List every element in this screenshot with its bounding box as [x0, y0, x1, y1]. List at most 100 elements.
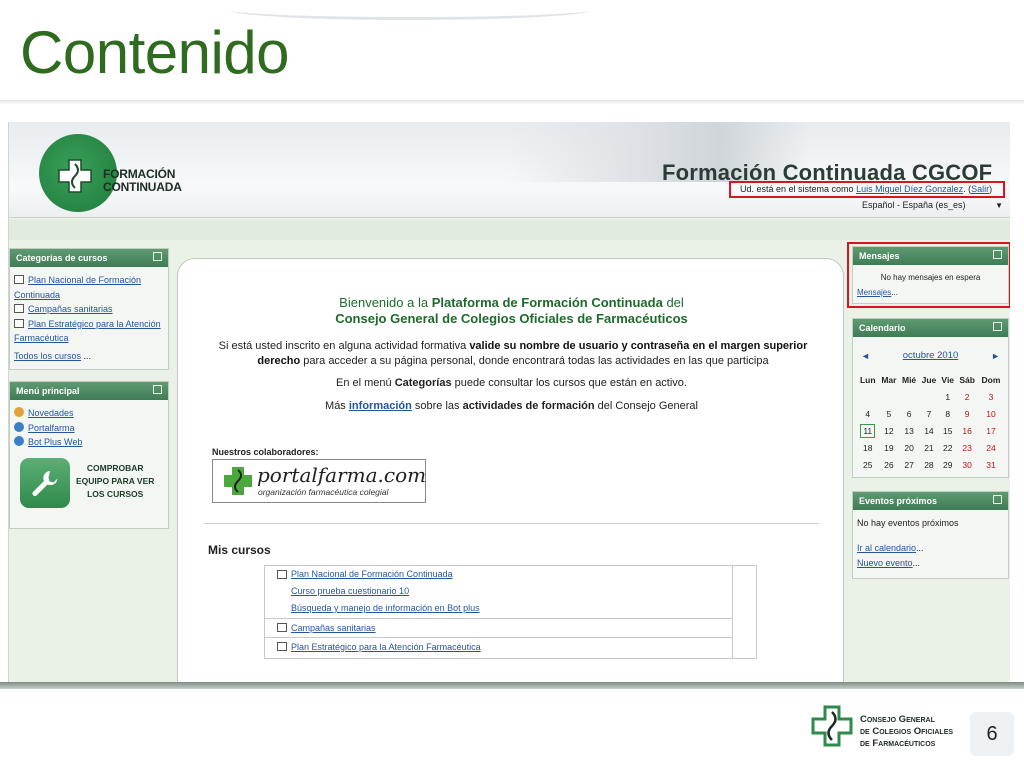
all-courses-link[interactable]: Todos los cursos [14, 351, 81, 361]
calendar-day[interactable]: 31 [978, 457, 1004, 474]
para-text: Más [325, 400, 349, 412]
block-eventos-body: No hay eventos próximos Ir al calendario… [853, 510, 1008, 575]
logout-link[interactable]: Salir [971, 184, 989, 194]
portalfarma-wordmark: portalfarma.com [257, 463, 427, 487]
messages-highlight [847, 242, 1010, 308]
calendar-day[interactable]: 13 [899, 423, 919, 440]
calendar-link[interactable]: Ir al calendario [857, 543, 916, 553]
para-text: puede consultar los cursos que están en … [451, 377, 687, 389]
language-select[interactable]: Español - España (es_es) ▼ [862, 200, 1005, 213]
menu-link-novedades[interactable]: Novedades [28, 408, 74, 418]
block-title: Calendario [859, 323, 906, 333]
block-categorias-body: Plan Nacional de Formación Continuada Ca… [10, 267, 168, 367]
title-swoosh [230, 0, 590, 20]
category-link[interactable]: Campañas sanitarias [28, 304, 113, 314]
block-eventos-header: Eventos próximos [853, 492, 1008, 510]
calendar-day[interactable]: 9 [956, 406, 977, 423]
category-link[interactable]: Plan Estratégico para la Atención Farmac… [14, 319, 161, 344]
menu-link-portalfarma[interactable]: Portalfarma [28, 423, 75, 433]
intro-text: Si está usted inscrito en alguna activid… [218, 340, 470, 352]
block-title: Menú principal [16, 386, 80, 396]
table-row: Campañas sanitarias [265, 619, 732, 638]
course-link[interactable]: Plan Nacional de Formación Continuada [291, 569, 453, 579]
login-info: Ud. está en el sistema como Luis Miguel … [729, 181, 1005, 198]
calendar-day[interactable]: 15 [939, 423, 956, 440]
formacion-continuada-logo[interactable]: FORMACIÓN CONTINUADA [39, 134, 182, 212]
calendar-day[interactable]: 17 [978, 423, 1004, 440]
calendar-day[interactable]: 11 [857, 423, 878, 440]
course-link[interactable]: Plan Estratégico para la Atención Farmac… [291, 642, 481, 652]
collapse-icon[interactable] [153, 252, 162, 261]
list-item: Plan Nacional de Formación Continuada [14, 273, 164, 302]
calendar-day[interactable]: 27 [899, 457, 919, 474]
calendar-month-link[interactable]: octubre 2010 [903, 349, 958, 364]
calendar-day[interactable]: 30 [956, 457, 977, 474]
calendar-weekday: Dom [981, 374, 1001, 385]
check-label-line: LOS CURSOS [87, 488, 144, 499]
calendar-day[interactable]: 4 [857, 406, 878, 423]
calendar-day[interactable]: 23 [956, 440, 977, 457]
list-item: Plan Estratégico para la Atención Farmac… [14, 317, 164, 346]
para-text: En el menú [336, 377, 395, 389]
calendar-day[interactable]: 29 [939, 457, 956, 474]
portalfarma-logo-icon [224, 467, 252, 495]
new-event-link[interactable]: Nuevo evento [857, 558, 913, 568]
category-link[interactable]: Plan Nacional de Formación Continuada [14, 275, 141, 300]
para-bold: actividades de formación [462, 400, 595, 412]
calendar-day[interactable]: 6 [899, 406, 919, 423]
calendar-day[interactable]: 2 [956, 389, 977, 406]
calendar-day[interactable]: 1 [939, 389, 956, 406]
user-profile-link[interactable]: Luis Miguel Díez Gonzalez [856, 184, 963, 194]
pharmacy-cross-icon [58, 159, 92, 193]
calendar-week: 11 12 13 14 15 16 17 [857, 423, 1004, 440]
my-courses-table: Plan Nacional de Formación Continuada Cu… [264, 565, 757, 659]
collapse-icon[interactable] [993, 495, 1002, 504]
check-label-line: EQUIPO PARA VER [76, 475, 155, 486]
course-icon [277, 570, 287, 579]
collapse-icon[interactable] [153, 385, 162, 394]
calendar-day[interactable]: 12 [878, 423, 899, 440]
portalfarma-banner[interactable]: portalfarma.com organización farmacéutic… [212, 459, 426, 503]
calendar-day[interactable]: 10 [978, 406, 1004, 423]
calendar-day[interactable]: 18 [857, 440, 878, 457]
course-icon [277, 623, 287, 632]
calendar-today[interactable]: 11 [860, 423, 876, 438]
footer-band [0, 682, 1024, 689]
calendar-day[interactable]: 14 [919, 423, 939, 440]
check-equipment-button[interactable]: COMPROBAR EQUIPO PARA VER LOS CURSOS [14, 456, 164, 510]
all-courses-suffix: ... [81, 350, 92, 361]
calendar-grid: Lun Mar Mié Jue Vie Sáb Dom 1 2 3 4 5 6 7 8 9 10 11 12 13 1… [857, 372, 1004, 474]
pharmacy-cross-icon [811, 705, 853, 747]
course-link[interactable]: Curso prueba cuestionario 10 [291, 586, 409, 596]
calendar-day[interactable]: 19 [878, 440, 899, 457]
site-header: FORMACIÓN CONTINUADA Formación Continuad… [9, 122, 1010, 218]
menu-link-botplus[interactable]: Bot Plus Web [28, 437, 82, 447]
page-band [9, 220, 1010, 240]
calendar-day[interactable]: 8 [939, 406, 956, 423]
calendar-day[interactable]: 24 [978, 440, 1004, 457]
calendar-day[interactable]: 22 [939, 440, 956, 457]
calendar-day[interactable]: 28 [919, 457, 939, 474]
calendar-day[interactable]: 5 [878, 406, 899, 423]
course-link[interactable]: Campañas sanitarias [291, 623, 376, 633]
cgcof-text: Consejo General de Colegios Oficiales de… [860, 714, 953, 750]
collapse-icon[interactable] [993, 322, 1002, 331]
next-month-icon[interactable]: ► [991, 349, 1000, 364]
prev-month-icon[interactable]: ◄ [861, 349, 870, 364]
calendar-day[interactable]: 7 [919, 406, 939, 423]
globe-icon [14, 421, 24, 432]
info-link[interactable]: información [349, 400, 412, 412]
collaborators-label: Nuestros colaboradores: [212, 447, 319, 457]
course-link[interactable]: Búsqueda y manejo de información en Bot … [291, 603, 480, 613]
calendar-weekday: Vie [941, 374, 955, 385]
calendar-day[interactable]: 16 [956, 423, 977, 440]
calendar-day[interactable]: 25 [857, 457, 878, 474]
block-calendario-body: ◄ octubre 2010 ► Lun Mar Mié Jue Vie Sáb Dom 1… [853, 337, 1008, 478]
categories-paragraph: En el menú Categorías puede consultar lo… [178, 377, 845, 389]
calendar-day[interactable]: 3 [978, 389, 1004, 406]
calendar-day[interactable]: 21 [919, 440, 939, 457]
calendar-day[interactable]: 20 [899, 440, 919, 457]
welcome-text: del [662, 295, 684, 310]
portalfarma-tagline: organización farmacéutica colegial [258, 487, 389, 497]
calendar-day[interactable]: 26 [878, 457, 899, 474]
